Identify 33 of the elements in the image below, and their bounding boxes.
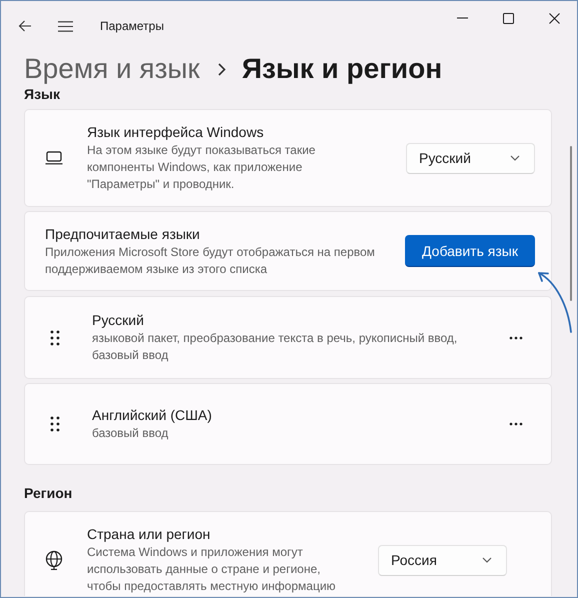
drag-handle-icon[interactable] <box>50 330 60 346</box>
close-icon[interactable] <box>548 12 560 24</box>
dropdown[interactable]: Россия <box>378 544 507 576</box>
page-title: Язык и регион <box>242 52 442 86</box>
add-language-button[interactable]: Добавить язык <box>405 235 535 267</box>
setting-title: Язык интерфейса Windows <box>87 123 265 141</box>
back-icon[interactable] <box>18 20 32 32</box>
setting-description: Система Windows и приложения могут использовать данные о стране и регионе, чтобы предоставлять местную информацию <box>87 544 337 595</box>
setting-title: Английский (США) <box>92 406 213 424</box>
breadcrumb-link[interactable]: Время и язык <box>24 52 200 86</box>
laptop-icon <box>45 151 63 165</box>
setting-title: Русский <box>92 311 145 329</box>
dropdown[interactable]: Русский <box>406 142 535 174</box>
menu-icon[interactable] <box>58 20 73 32</box>
section-heading: Регион <box>24 485 74 503</box>
section-heading: Язык <box>24 87 61 104</box>
scrollbar-thumb[interactable] <box>570 146 572 301</box>
setting-description: базовый ввод <box>92 425 170 442</box>
chevron-down-icon <box>510 155 520 161</box>
more-options-icon[interactable] <box>509 422 523 426</box>
minimize-icon[interactable] <box>456 17 468 19</box>
window-title: Параметры <box>100 19 164 33</box>
setting-title: Страна или регион <box>87 525 212 543</box>
setting-description: На этом языке будут показываться такие компоненты Windows, как приложение "Параметры" и проводник. <box>87 142 316 193</box>
globe-icon <box>45 550 63 570</box>
chevron-down-icon <box>482 557 492 563</box>
setting-description: Приложения Microsoft Store будут отображаться на первом поддерживаемом языке из этого списка <box>45 244 376 278</box>
more-options-icon[interactable] <box>509 336 523 340</box>
setting-title: Предпочитаемые языки <box>45 224 201 242</box>
maximize-icon[interactable] <box>502 12 514 24</box>
drag-handle-icon[interactable] <box>50 416 60 432</box>
chevron-right-icon <box>218 62 226 76</box>
setting-description: языковой пакет, преобразование текста в речь, рукописный ввод, базовый ввод <box>92 330 458 364</box>
